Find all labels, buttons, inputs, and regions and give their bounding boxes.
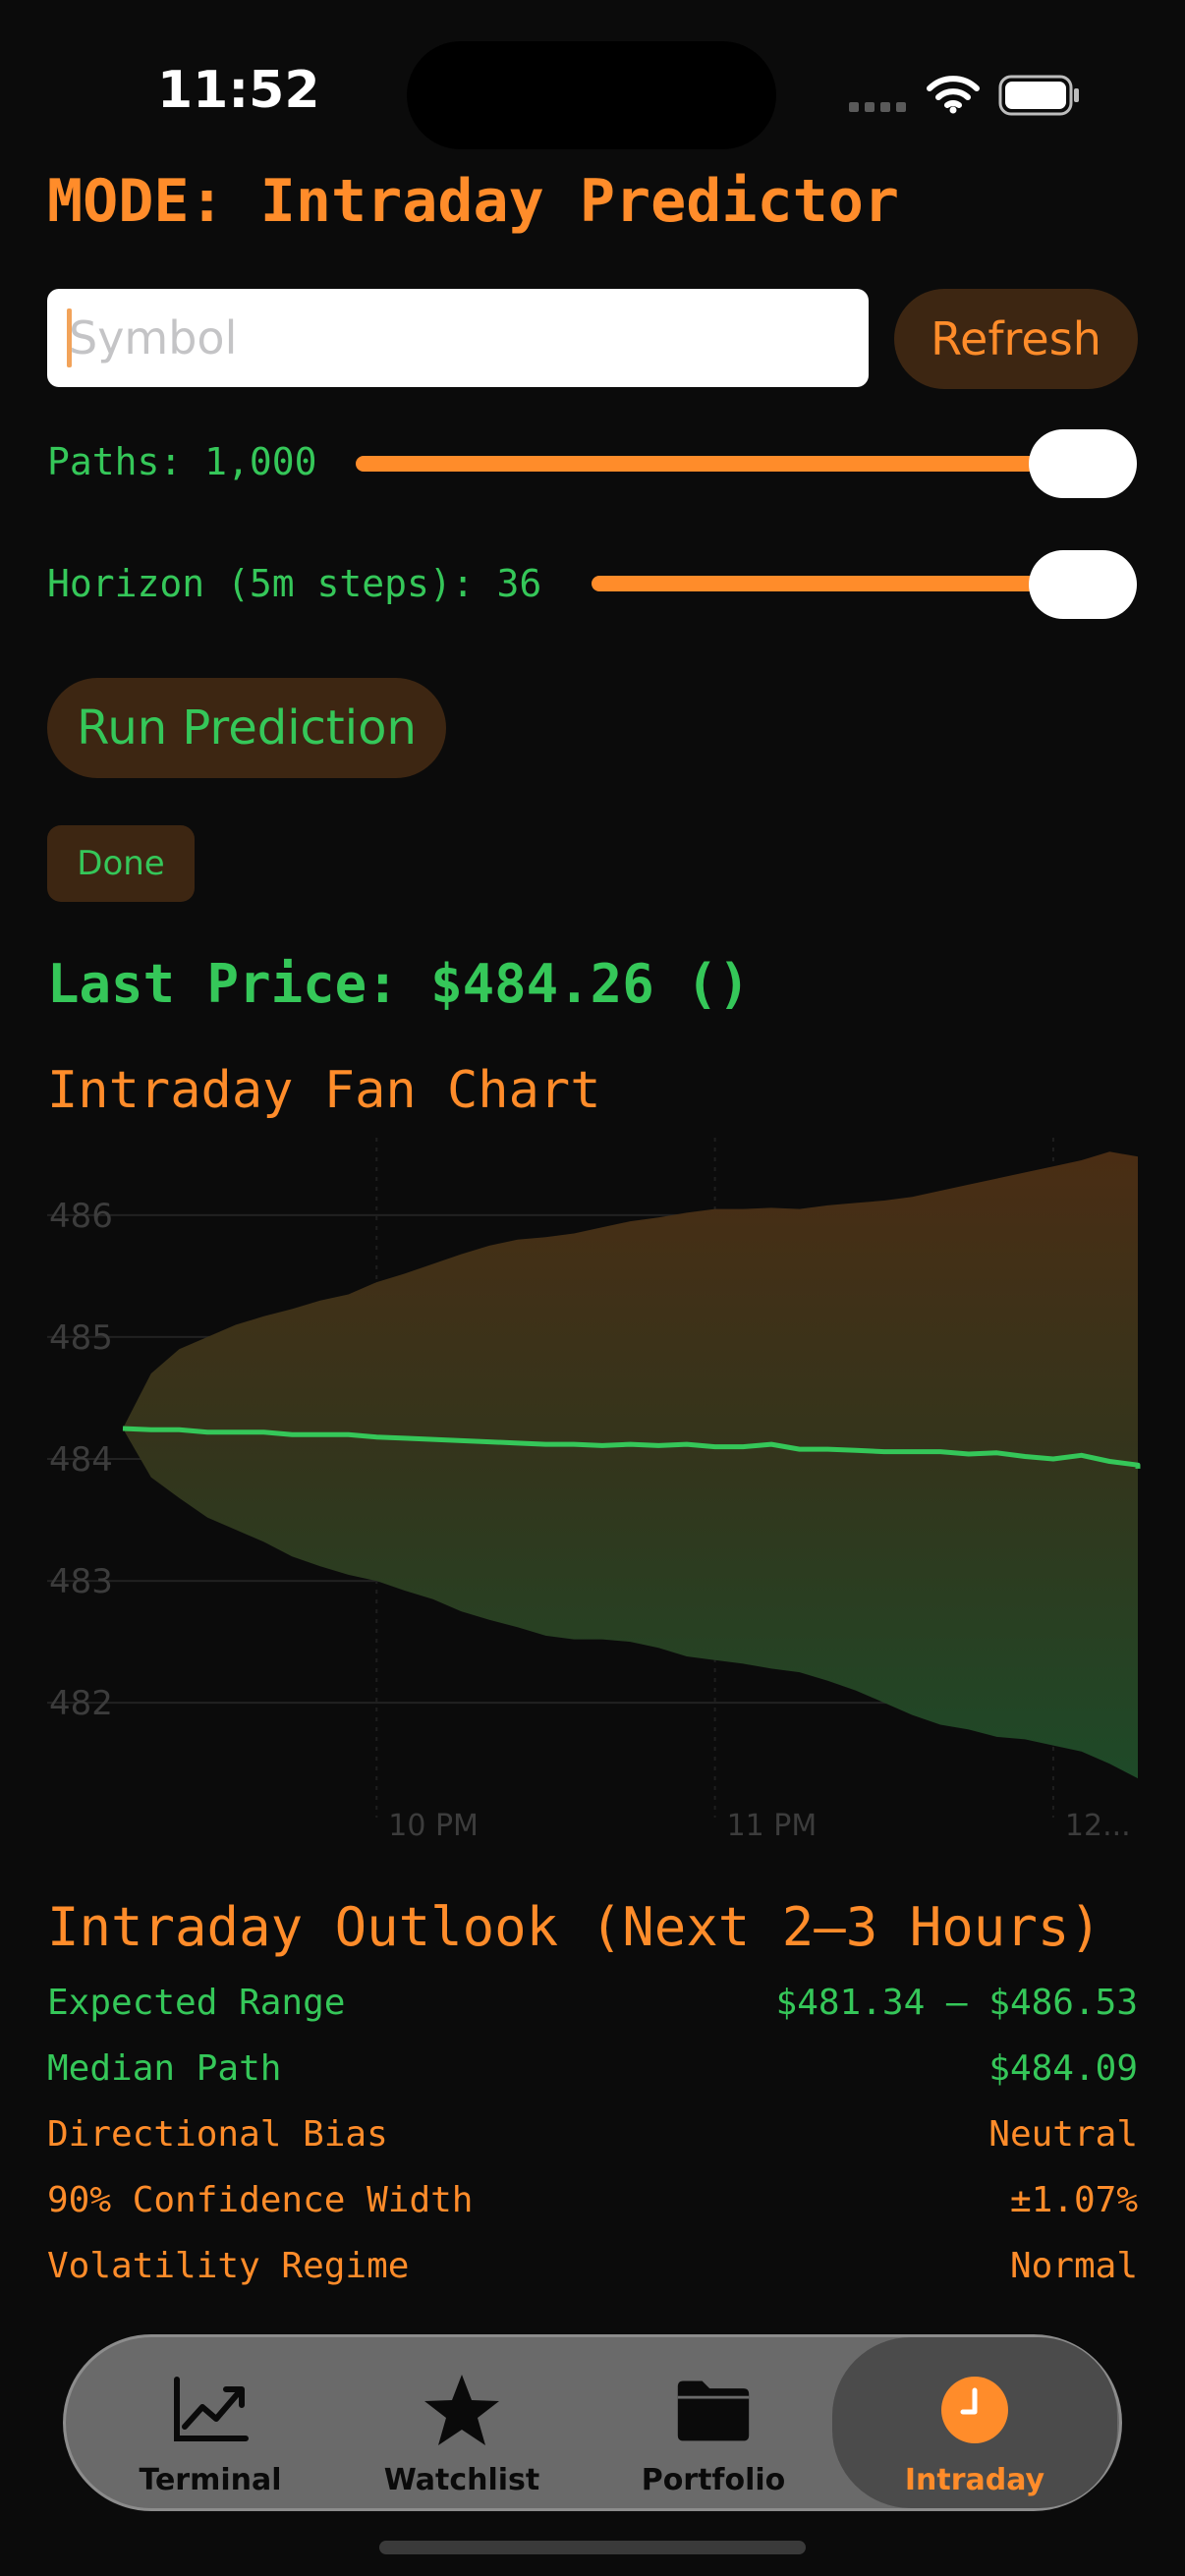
dynamic-island: [407, 41, 776, 149]
outlook-row-label: Directional Bias: [47, 2114, 388, 2155]
outlook-row-label: 90% Confidence Width: [47, 2180, 474, 2220]
outlook-row: Median Path $484.09: [47, 2048, 1138, 2089]
home-indicator: [379, 2541, 806, 2554]
outlook-title: Intraday Outlook (Next 2–3 Hours): [47, 1896, 1101, 1958]
battery-icon: [998, 75, 1079, 116]
folder-icon: [674, 2371, 753, 2449]
refresh-button[interactable]: Refresh: [894, 289, 1138, 389]
tab-bar: Terminal Watchlist Portfolio Intraday: [63, 2334, 1122, 2511]
confidence-band: [123, 1151, 1138, 1779]
wifi-icon: [927, 76, 980, 114]
chart-line-icon: [171, 2371, 250, 2449]
outlook-row-value: $484.09: [988, 2048, 1138, 2089]
outlook-row-value: Neutral: [988, 2114, 1138, 2155]
done-button[interactable]: Done: [47, 825, 195, 902]
symbol-input[interactable]: [47, 289, 869, 387]
outlook-row: Directional Bias Neutral: [47, 2114, 1138, 2155]
fan-chart-title: Intraday Fan Chart: [47, 1061, 601, 1120]
outlook-row-label: Expected Range: [47, 1983, 346, 2023]
outlook-row-label: Median Path: [47, 2048, 282, 2089]
paths-label: Paths: 1,000: [47, 440, 317, 483]
outlook-row: Volatility Regime Normal: [47, 2246, 1138, 2286]
cellular-signal-icon: [849, 102, 908, 116]
y-tick-label: 482: [49, 1684, 113, 1723]
outlook-row: 90% Confidence Width ±1.07%: [47, 2180, 1138, 2220]
outlook-row-label: Volatility Regime: [47, 2246, 410, 2286]
status-time: 11:52: [157, 61, 320, 120]
outlook-row-value: Normal: [1009, 2246, 1138, 2286]
outlook-row: Expected Range $481.34 — $486.53: [47, 1983, 1138, 2023]
outlook-row-value: ±1.07%: [1009, 2180, 1138, 2220]
tab-terminal[interactable]: Terminal: [99, 2337, 321, 2508]
y-tick-label: 486: [49, 1197, 113, 1236]
tab-label: Watchlist: [383, 2463, 540, 2497]
text-caret: [67, 308, 72, 367]
run-prediction-button[interactable]: Run Prediction: [47, 678, 446, 778]
y-tick-label: 483: [49, 1562, 113, 1601]
x-tick-label: 11 PM: [727, 1809, 818, 1843]
tab-label: Terminal: [139, 2463, 282, 2497]
paths-slider-thumb[interactable]: [1029, 429, 1137, 498]
horizon-slider-thumb[interactable]: [1029, 550, 1137, 619]
x-tick-label: 12...: [1065, 1809, 1131, 1843]
y-tick-label: 484: [49, 1440, 113, 1480]
last-price: Last Price: $484.26 (): [47, 953, 751, 1015]
x-tick-label: 10 PM: [388, 1809, 479, 1843]
tab-label: Intraday: [904, 2463, 1045, 2497]
clock-icon: [935, 2371, 1014, 2449]
tab-label: Portfolio: [641, 2463, 786, 2497]
horizon-label: Horizon (5m steps): 36: [47, 562, 542, 605]
tab-watchlist[interactable]: Watchlist: [351, 2337, 573, 2508]
paths-slider-track[interactable]: [356, 456, 1108, 472]
tab-portfolio[interactable]: Portfolio: [602, 2337, 824, 2508]
y-tick-label: 485: [49, 1318, 113, 1358]
page-title: MODE: Intraday Predictor: [47, 167, 899, 236]
fan-chart: 482 483 484 485 486 10 PM 11 PM 12...: [47, 1138, 1141, 1843]
star-icon: [423, 2371, 501, 2449]
outlook-row-value: $481.34 — $486.53: [775, 1983, 1138, 2023]
tab-intraday[interactable]: Intraday: [832, 2337, 1117, 2508]
